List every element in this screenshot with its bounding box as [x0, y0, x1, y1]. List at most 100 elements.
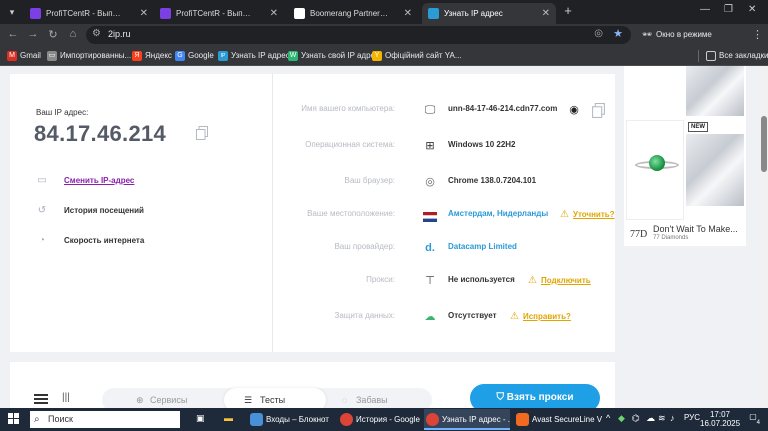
shield-icon: ⛉	[496, 392, 507, 403]
bookmark-yandex[interactable]: Я Яндекс	[132, 49, 172, 63]
taskbar-app-chrome-ip[interactable]: Узнать IP адрес - ...	[424, 409, 510, 430]
forward-icon[interactable]: →	[26, 28, 40, 40]
windows-start-icon[interactable]	[8, 413, 20, 425]
bookmark-2ip[interactable]: IP Узнать IP адрес	[218, 49, 290, 63]
tab-title: ProfiTCentR - Выполнение зад	[46, 9, 124, 18]
taskbar-app-chrome-history[interactable]: История - Google ...	[338, 409, 422, 430]
bookmark-google[interactable]: G Google	[175, 49, 214, 63]
fix-link[interactable]: ⚠ Исправить?	[510, 310, 571, 324]
tab-profitcentr-1[interactable]: ProfiTCentR - Выполнение зад ✕	[24, 3, 154, 24]
cloud-tray-icon[interactable]: ☁	[646, 413, 655, 424]
bookmark-official-site[interactable]: Y Офіційний сайт YA...	[372, 49, 462, 63]
tab-2ip-active[interactable]: Узнать IP адрес ✕	[422, 3, 556, 24]
chrome-icon	[340, 413, 353, 426]
reload-icon[interactable]: ↻	[46, 28, 60, 41]
tab-services[interactable]: ⊕ Сервисы	[134, 388, 214, 408]
tab-tests[interactable]: ☰ Тесты	[224, 388, 326, 408]
bookmark-myip[interactable]: W Узнать свой IP адрес	[288, 49, 379, 63]
speed-link[interactable]: ◔ Скорость интернета	[36, 235, 144, 247]
network-icon[interactable]: ⌬	[632, 413, 640, 424]
change-ip-link[interactable]: ▭ Сменить IP-адрес	[36, 175, 134, 187]
notification-center[interactable]: ▢ 4	[746, 412, 760, 426]
tab-boomerang[interactable]: Boomerang Partners and AC M ✕	[288, 3, 418, 24]
list-icon: ☰	[244, 395, 253, 405]
all-bookmarks[interactable]: Все закладки	[706, 49, 768, 63]
copy-icon[interactable]	[196, 126, 208, 140]
tab-label: Забавы	[356, 395, 388, 405]
volume-icon[interactable]: ♪	[670, 413, 675, 423]
close-icon[interactable]: ✕	[140, 3, 148, 24]
bookmark-star-icon[interactable]: ★	[613, 27, 623, 40]
history-link[interactable]: ↺ История посещений	[36, 205, 144, 217]
stats-icon[interactable]: |||	[62, 392, 70, 403]
home-icon[interactable]: ⌂	[66, 28, 80, 40]
task-view-icon[interactable]: ▣	[196, 413, 205, 424]
show-hidden-icons[interactable]: ^	[606, 413, 610, 423]
bookmark-imported[interactable]: ▭ Импортированны...	[47, 49, 131, 63]
address-bar[interactable]: ⚙ 2ip.ru ◎ ★	[86, 26, 631, 44]
eye-off-icon[interactable]: ◉	[567, 103, 581, 117]
taskbar-app-avast[interactable]: Avast SecureLine V...	[514, 409, 602, 430]
tab-label: Тесты	[260, 395, 286, 405]
new-tab-button[interactable]: +	[560, 3, 576, 18]
clock-date: 16.07.2025	[700, 419, 741, 428]
taskbar-search[interactable]: ⌕ Поиск	[30, 411, 180, 428]
clock-time: 17:07	[709, 410, 731, 419]
taskbar-clock[interactable]: 17:07 16.07.2025	[700, 410, 740, 428]
vpn-tray-icon[interactable]: ◆	[618, 413, 625, 424]
action-label[interactable]: Уточнить?	[573, 210, 615, 219]
warning-icon: ⚠	[560, 209, 569, 220]
ip-address[interactable]: 84.17.46.214	[34, 121, 166, 147]
hamburger-menu-icon[interactable]	[34, 394, 48, 404]
url-text[interactable]: 2ip.ru	[108, 29, 131, 39]
ad-cushion-diamond-image	[686, 134, 744, 206]
restore-icon[interactable]: ❐	[724, 4, 733, 15]
ad-title[interactable]: Don't Wait To Make...	[653, 224, 738, 234]
clarify-link[interactable]: ⚠ Уточнить?	[560, 208, 615, 222]
action-label[interactable]: Исправить?	[523, 312, 571, 321]
taskbar-app-notepad[interactable]: Входы – Блокнот	[248, 409, 334, 430]
file-explorer-icon[interactable]: ▬	[224, 413, 233, 423]
info-row-protection: Защита данных: ☁ Отсутствует ⚠ Исправить?	[273, 310, 615, 324]
window-close-icon[interactable]: ✕	[748, 4, 756, 15]
tab-fun[interactable]: ◌ Забавы	[340, 388, 420, 408]
wifi-icon[interactable]: ≋	[658, 413, 666, 424]
monitor-icon: ▭	[37, 175, 47, 186]
tab-search-icon[interactable]: ▾	[4, 4, 20, 20]
tab-profitcentr-2[interactable]: ProfiTCentR - Выполнение зад ✕	[154, 3, 284, 24]
ad-diamond-image-top-right	[686, 66, 744, 116]
bookmarks-bar: M Gmail ▭ Импортированны... Я Яндекс G G…	[0, 46, 768, 66]
scrollbar-thumb[interactable]	[761, 116, 767, 172]
close-icon[interactable]: ✕	[270, 3, 278, 24]
incognito-indicator[interactable]: 🕶 Окно в режиме инкогнито	[640, 26, 742, 57]
proxy-icon: ⊤	[425, 275, 435, 287]
ad-banner[interactable]	[624, 66, 746, 246]
bookmark-gmail[interactable]: M Gmail	[7, 49, 41, 63]
row-value[interactable]: Datacamp Limited	[448, 242, 517, 251]
link-label[interactable]: Скорость интернета	[64, 236, 144, 245]
language-indicator[interactable]: РУС	[684, 413, 700, 422]
close-icon[interactable]: ✕	[404, 3, 412, 24]
page-scrollbar[interactable]	[760, 66, 768, 408]
tab-title: Boomerang Partners and AC M	[310, 9, 388, 18]
row-value: unn-84-17-46-214.cdn77.com	[448, 104, 558, 113]
close-icon[interactable]: ✕	[542, 3, 550, 24]
link-label[interactable]: История посещений	[64, 206, 144, 215]
row-value[interactable]: Амстердам, Нидерланды	[448, 209, 548, 218]
notification-count: 4	[756, 420, 760, 426]
connect-proxy-link[interactable]: ⚠ Подключить	[528, 274, 591, 288]
emerald-gem	[649, 155, 665, 171]
get-proxy-button[interactable]: ⛉ Взять прокси	[470, 384, 600, 408]
browser-menu-icon[interactable]: ⋮	[752, 28, 763, 41]
ad-subtitle: 77 Diamonds	[653, 235, 689, 241]
link-label[interactable]: Сменить IP-адрес	[64, 176, 134, 185]
minimize-icon[interactable]: —	[700, 4, 710, 15]
netherlands-flag-icon	[423, 212, 437, 222]
site-info-icon[interactable]: ⚙	[92, 28, 101, 39]
back-icon[interactable]: ←	[6, 28, 20, 40]
chrome-icon	[426, 413, 439, 426]
copy-icon[interactable]	[592, 103, 605, 118]
action-label[interactable]: Подключить	[541, 276, 591, 285]
eye-off-icon[interactable]: ◎	[594, 28, 603, 39]
row-label: Ваш браузер:	[344, 176, 395, 185]
